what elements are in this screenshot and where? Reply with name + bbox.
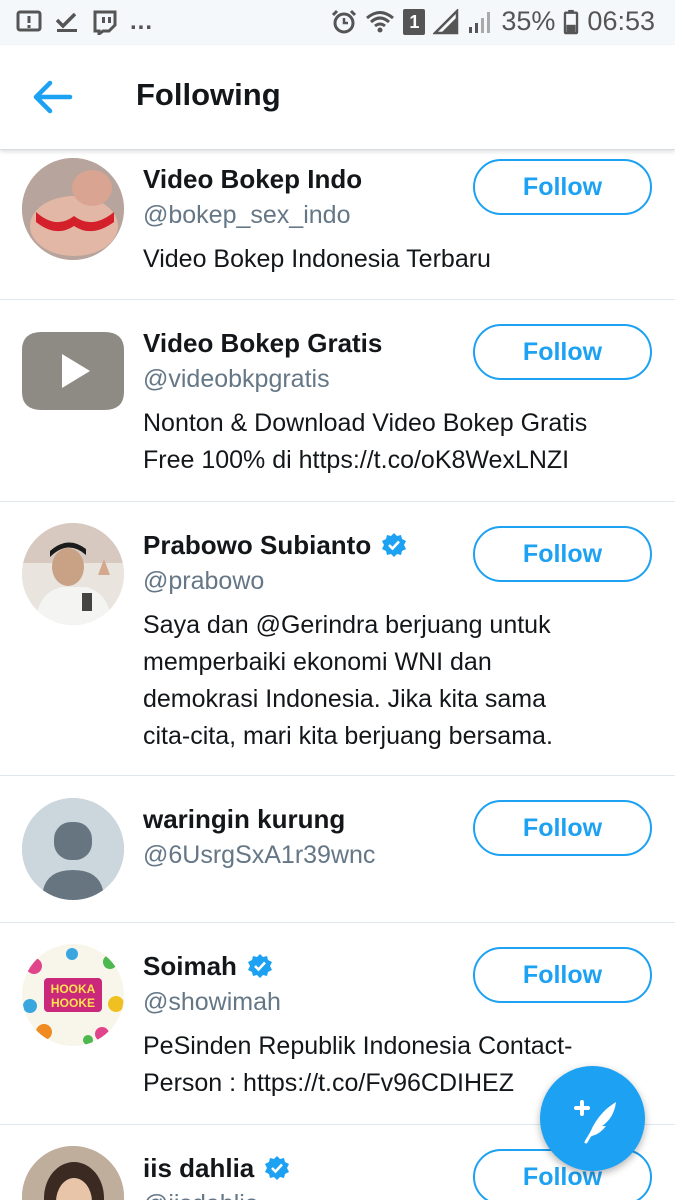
bio-line: PeSinden Republik Indonesia Contact- — [143, 1032, 573, 1060]
app-bar: Following — [0, 45, 675, 150]
user-bio: Nonton & Download Video Bokep Gratis Fre… — [143, 405, 643, 479]
follow-button[interactable]: Follow — [473, 947, 652, 1003]
list-item[interactable]: Video Bokep Gratis @videobkpgratis Nonto… — [0, 300, 675, 502]
profile-photo: HOOKA HOOKE — [22, 944, 124, 1046]
signal-icon — [433, 8, 459, 34]
avatar[interactable] — [22, 523, 124, 625]
profile-photo — [22, 158, 124, 260]
user-name: Video Bokep Indo — [143, 163, 363, 194]
sim-badge: 1 — [403, 8, 426, 35]
bio-line: Free 100% di https://t.co/oK8WexLNZI — [143, 446, 570, 474]
alarm-icon — [332, 9, 357, 33]
overflow-indicator: ... — [130, 8, 154, 35]
follow-button[interactable]: Follow — [473, 159, 652, 215]
verified-badge-icon — [247, 954, 272, 978]
following-list: Video Bokep Indo @bokep_sex_indo Video B… — [0, 150, 675, 1200]
avatar-text: HOOKE — [51, 996, 95, 1010]
user-bio: Video Bokep Indonesia Terbaru — [143, 245, 491, 273]
alert-icon — [16, 10, 42, 32]
play-icon — [22, 332, 124, 410]
avatar-text: HOOKA — [51, 982, 96, 996]
battery-percent: 35% — [501, 6, 556, 36]
compose-tweet-button[interactable] — [540, 1066, 645, 1171]
compose-tweet-icon — [574, 1100, 616, 1144]
user-name: Soimah — [143, 950, 237, 981]
status-bar: ... 1 35% 06:53 — [0, 0, 675, 45]
avatar[interactable] — [22, 320, 124, 422]
bio-line: Nonton & Download Video Bokep Gratis — [143, 409, 588, 437]
verified-badge-icon — [382, 533, 407, 557]
avatar[interactable] — [22, 158, 124, 260]
list-item[interactable]: Video Bokep Indo @bokep_sex_indo Video B… — [0, 150, 675, 300]
list-item[interactable]: Prabowo Subianto @prabowo Saya dan @Geri… — [0, 502, 675, 776]
wifi-icon — [366, 10, 395, 32]
avatar[interactable]: HOOKA HOOKE — [22, 944, 124, 1046]
avatar[interactable] — [22, 798, 124, 900]
list-item[interactable]: waringin kurung @6UsrgSxA1r39wnc Follow — [0, 776, 675, 923]
profile-photo — [22, 523, 124, 625]
bio-line: Saya dan @Gerindra berjuang untuk — [143, 611, 551, 639]
back-arrow-icon[interactable] — [30, 77, 74, 117]
verified-badge-icon — [265, 1156, 290, 1180]
twitch-icon — [93, 10, 117, 35]
bio-line: cita-cita, mari kita berjuang bersama. — [143, 722, 553, 750]
battery-icon — [564, 9, 579, 34]
page-title: Following — [136, 77, 281, 112]
user-name: iis dahlia — [143, 1152, 255, 1183]
signal-icon — [469, 11, 491, 33]
follow-button[interactable]: Follow — [473, 800, 652, 856]
bio-line: memperbaiki ekonomi WNI dan — [143, 648, 492, 676]
user-name: waringin kurung — [143, 803, 346, 834]
avatar[interactable] — [22, 1146, 124, 1200]
default-avatar-icon — [22, 798, 124, 900]
user-bio: Saya dan @Gerindra berjuang untuk memper… — [143, 607, 643, 755]
follow-button[interactable]: Follow — [473, 526, 652, 582]
clock: 06:53 — [587, 6, 655, 36]
bio-line: demokrasi Indonesia. Jika kita sama — [143, 685, 546, 713]
profile-photo — [22, 1146, 124, 1200]
check-icon — [55, 12, 77, 32]
user-name: Prabowo Subianto — [143, 529, 372, 560]
user-name: Video Bokep Gratis — [143, 327, 383, 358]
follow-button[interactable]: Follow — [473, 324, 652, 380]
